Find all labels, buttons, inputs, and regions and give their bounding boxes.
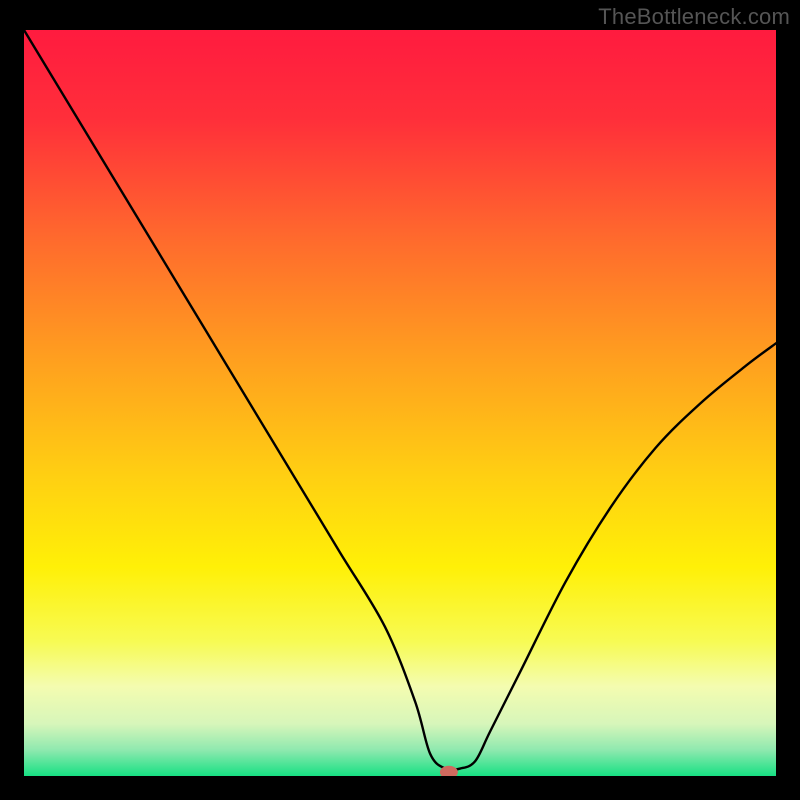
bottleneck-chart: [24, 30, 776, 776]
chart-frame: TheBottleneck.com: [0, 0, 800, 800]
watermark-text: TheBottleneck.com: [598, 4, 790, 30]
plot-area: [24, 30, 776, 776]
